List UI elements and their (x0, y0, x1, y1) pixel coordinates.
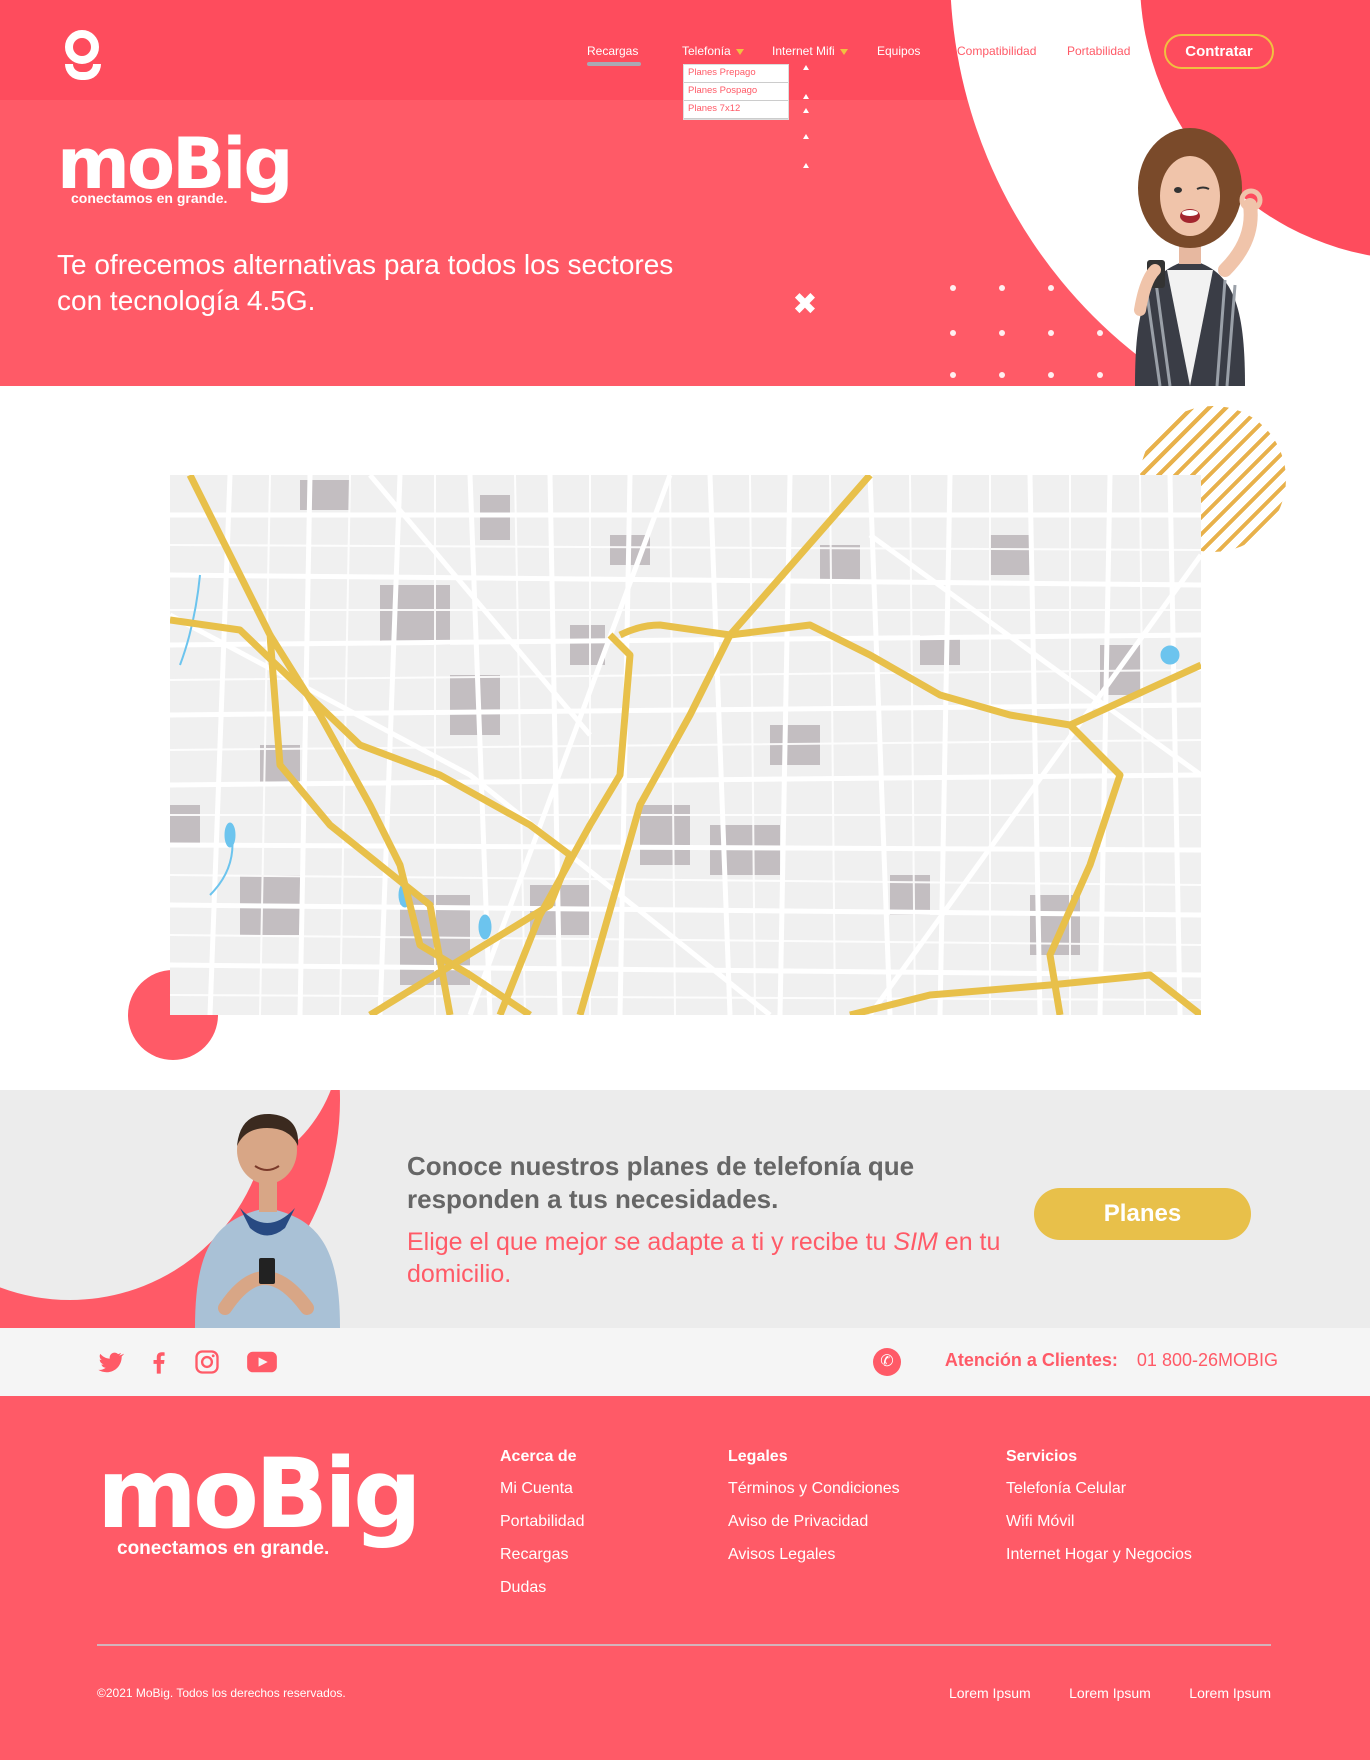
facebook-icon[interactable] (145, 1348, 173, 1376)
footer-link-avisos-legales[interactable]: Avisos Legales (728, 1546, 900, 1564)
nav-telefonia-label: Telefonía (682, 44, 731, 58)
footer-link-dudas[interactable]: Dudas (500, 1579, 585, 1597)
promo-man-image (195, 1113, 340, 1328)
phone-icon: ✆ (873, 1348, 901, 1376)
triangle-marker-icon (803, 134, 809, 139)
footer-bottom-links: Lorem Ipsum Lorem Ipsum Lorem Ipsum (915, 1685, 1271, 1703)
twitter-icon[interactable] (96, 1348, 124, 1376)
footer-column-acerca: Acerca de Mi Cuenta Portabilidad Recarga… (500, 1448, 585, 1612)
nav-equipos[interactable]: Equipos (877, 44, 920, 58)
footer-link-telefonia-celular[interactable]: Telefonía Celular (1006, 1480, 1192, 1498)
instagram-icon[interactable] (193, 1348, 221, 1376)
support-label: Atención a Clientes: (944, 1350, 1118, 1370)
footer-link-privacidad[interactable]: Aviso de Privacidad (728, 1513, 900, 1531)
promo-subtitle: Elige el que mejor se adapte a ti y reci… (407, 1226, 1007, 1290)
footer-divider (97, 1644, 1271, 1646)
footer-link-portabilidad[interactable]: Portabilidad (500, 1513, 585, 1531)
telefonia-dropdown: Planes Prepago Planes Pospago Planes 7x1… (683, 64, 789, 120)
promo-subtitle-sim: SIM (893, 1228, 938, 1256)
footer-link-internet-hogar[interactable]: Internet Hogar y Negocios (1006, 1546, 1192, 1564)
coverage-map[interactable] (170, 475, 1201, 1015)
footer-bottom-link[interactable]: Lorem Ipsum (949, 1685, 1031, 1701)
copyright-text: ©2021 MoBig. Todos los derechos reservad… (97, 1686, 346, 1700)
dropdown-item-7x12[interactable]: Planes 7x12 (684, 101, 788, 119)
coverage-map-image (170, 475, 1201, 1015)
footer-link-terminos[interactable]: Términos y Condiciones (728, 1480, 900, 1498)
close-icon[interactable]: ✖ (790, 290, 820, 320)
footer-column-title: Legales (728, 1448, 788, 1465)
support-phone[interactable]: 01 800-26MOBIG (1137, 1350, 1278, 1370)
nav-active-indicator (587, 62, 641, 66)
customer-support: Atención a Clientes: 01 800-26MOBIG (945, 1350, 1278, 1371)
footer-brand-wordmark: moBig (97, 1438, 422, 1550)
nav-telefonia[interactable]: Telefonía (682, 44, 744, 58)
footer-column-servicios: Servicios Telefonía Celular Wifi Móvil I… (1006, 1448, 1192, 1579)
logo-icon[interactable] (63, 30, 103, 82)
nav-internet-mifi-label: Internet Mifi (772, 44, 835, 58)
hero-brand-logo: moBig conectamos en grande. (57, 128, 293, 206)
triangle-marker-icon (803, 94, 809, 99)
triangle-marker-icon (803, 108, 809, 113)
footer: moBig conectamos en grande. Acerca de Mi… (0, 1396, 1370, 1760)
nav-compatibilidad[interactable]: Compatibilidad (957, 44, 1036, 58)
social-bar: ✆ Atención a Clientes: 01 800-26MOBIG (0, 1328, 1370, 1396)
youtube-icon[interactable] (246, 1348, 278, 1376)
hero-headline: Te ofrecemos alternativas para todos los… (57, 249, 674, 316)
hero-section: Recargas Telefonía Internet Mifi Equipos… (0, 0, 1370, 386)
footer-column-legales: Legales Términos y Condiciones Aviso de … (728, 1448, 900, 1579)
dropdown-item-prepago[interactable]: Planes Prepago (684, 65, 788, 83)
footer-column-title: Servicios (1006, 1448, 1078, 1465)
footer-brand-logo: moBig conectamos en grande. (97, 1438, 422, 1560)
footer-column-title: Acerca de (500, 1448, 577, 1465)
footer-link-wifi-movil[interactable]: Wifi Móvil (1006, 1513, 1192, 1531)
promo-subtitle-part1: Elige el que mejor se adapte a ti y reci… (407, 1228, 894, 1256)
footer-link-recargas[interactable]: Recargas (500, 1546, 585, 1564)
contratar-button[interactable]: Contratar (1164, 34, 1274, 69)
chevron-down-icon (839, 48, 848, 55)
footer-bottom-link[interactable]: Lorem Ipsum (1189, 1685, 1271, 1701)
footer-bottom-link[interactable]: Lorem Ipsum (1069, 1685, 1151, 1701)
nav-portabilidad[interactable]: Portabilidad (1067, 44, 1130, 58)
triangle-marker-icon (803, 65, 809, 70)
plans-promo-section: Conoce nuestros planes de telefonía que … (0, 1090, 1370, 1328)
dropdown-item-pospago[interactable]: Planes Pospago (684, 83, 788, 101)
footer-link-mi-cuenta[interactable]: Mi Cuenta (500, 1480, 585, 1498)
triangle-marker-icon (803, 163, 809, 168)
nav-recargas[interactable]: Recargas (587, 44, 638, 58)
chevron-down-icon (735, 48, 744, 55)
planes-button[interactable]: Planes (1034, 1188, 1251, 1240)
nav-internet-mifi[interactable]: Internet Mifi (772, 44, 848, 58)
hero-woman-image (1134, 128, 1263, 386)
promo-title: Conoce nuestros planes de telefonía que … (407, 1151, 915, 1214)
